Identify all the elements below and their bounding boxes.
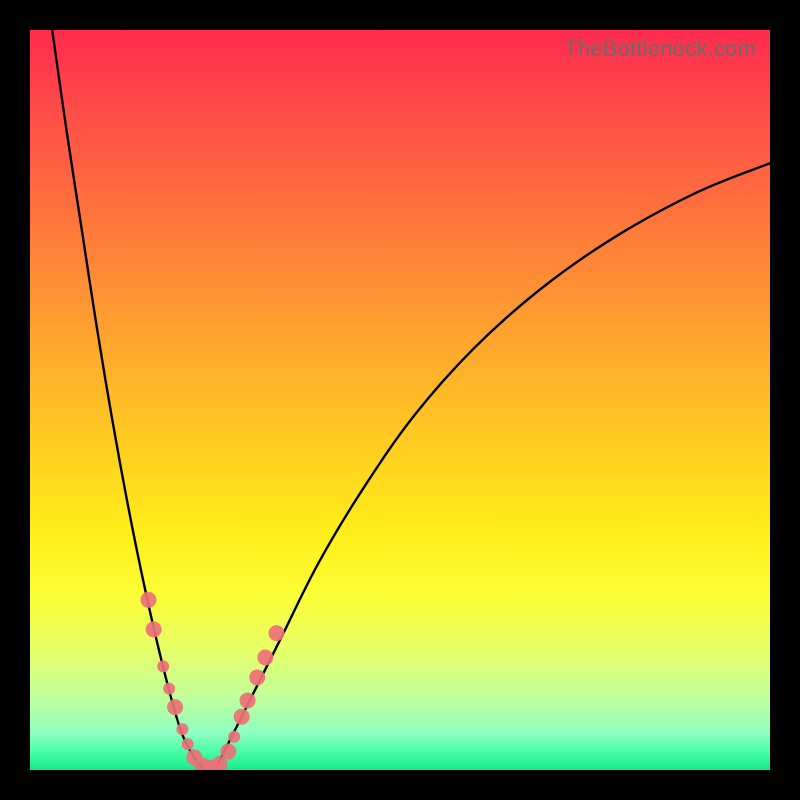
data-marker — [182, 738, 194, 750]
data-markers — [140, 592, 284, 770]
data-marker — [140, 592, 156, 608]
chart-frame: TheBottleneck.com — [0, 0, 800, 800]
data-marker — [228, 731, 240, 743]
data-marker — [157, 660, 169, 672]
data-marker — [220, 744, 236, 760]
data-marker — [257, 650, 273, 666]
data-marker — [167, 699, 183, 715]
data-marker — [163, 683, 175, 695]
curve-left-branch — [52, 30, 204, 770]
curve-right-branch — [215, 163, 770, 770]
curve-lines — [52, 30, 770, 770]
data-marker — [146, 621, 162, 637]
data-marker — [249, 670, 265, 686]
data-marker — [268, 625, 284, 641]
data-marker — [176, 723, 188, 735]
data-marker — [234, 709, 250, 725]
plot-area: TheBottleneck.com — [30, 30, 770, 770]
chart-svg — [30, 30, 770, 770]
data-marker — [240, 692, 256, 708]
